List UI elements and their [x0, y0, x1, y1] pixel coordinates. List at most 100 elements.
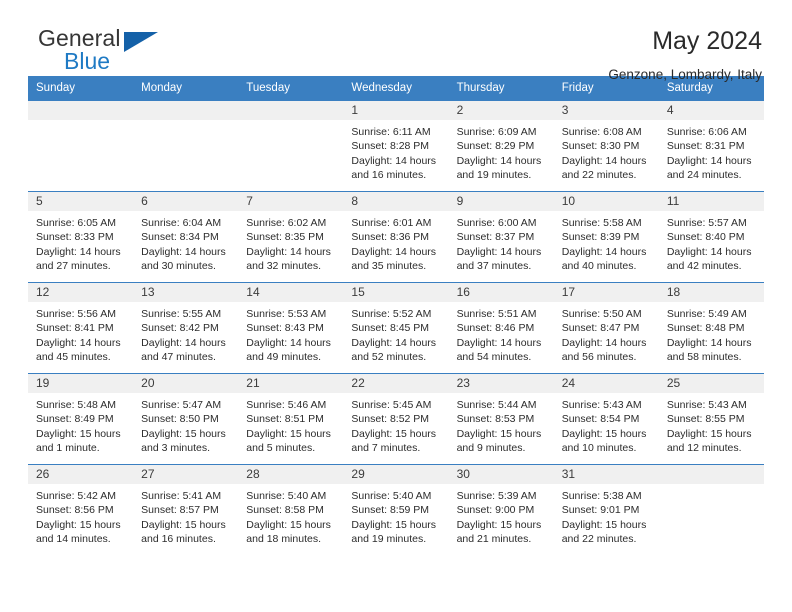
daylight-text: Daylight: 14 hours and 37 minutes. — [456, 245, 542, 272]
calendar-day-cell[interactable]: 5 Sunrise: 6:05 AM Sunset: 8:33 PM Daylight… — [28, 191, 134, 283]
calendar-day-cell[interactable]: 2 Sunrise: 6:09 AM Sunset: 8:29 PM Daylight… — [448, 100, 554, 192]
sunrise-text: Sunrise: 5:51 AM — [456, 308, 537, 320]
sunset-text: Sunset: 8:50 PM — [141, 413, 219, 426]
calendar-day-cell[interactable]: 11 Sunrise: 5:57 AM Sunset: 8:40 PM Dayligh… — [658, 191, 764, 283]
sunrise-text: Sunrise: 5:52 AM — [351, 308, 432, 320]
calendar-day-cell[interactable]: 22 Sunrise: 5:45 AM Sunset: 8:52 PM Dayligh… — [343, 373, 449, 465]
daylight-text: Daylight: 15 hours and 5 minutes. — [246, 427, 331, 454]
sunset-text: Sunset: 8:54 PM — [561, 413, 640, 426]
calendar-day-cell[interactable]: 15 Sunrise: 5:52 AM Sunset: 8:45 PM Dayligh… — [343, 282, 449, 374]
calendar-week-row: 26 Sunrise: 5:42 AM Sunset: 8:56 PM Dayligh… — [28, 464, 764, 556]
calendar-day-cell[interactable]: 23 Sunrise: 5:44 AM Sunset: 8:53 PM Dayligh… — [448, 373, 554, 465]
day-number — [238, 101, 344, 120]
day-number: 4 — [658, 101, 764, 120]
calendar-day-cell[interactable]: 31 Sunrise: 5:38 AM Sunset: 9:01 PM Dayligh… — [553, 464, 659, 556]
day-number: 3 — [553, 101, 659, 120]
sunset-text: Sunset: 8:31 PM — [666, 140, 745, 153]
daylight-text: Daylight: 15 hours and 18 minutes. — [246, 518, 331, 545]
sunset-text: Sunset: 8:40 PM — [666, 231, 745, 244]
day-details: Sunrise: 5:40 AM Sunset: 8:59 PM Daylight:… — [343, 484, 448, 546]
calendar-day-cell[interactable]: 18 Sunrise: 5:49 AM Sunset: 8:48 PM Dayligh… — [658, 282, 764, 374]
day-details: Sunrise: 6:04 AM Sunset: 8:34 PM Daylight:… — [133, 211, 238, 273]
calendar-page: General Blue May 2024 Genzone, Lombardy,… — [0, 0, 792, 612]
calendar-empty-cell — [28, 100, 134, 192]
calendar-day-cell[interactable]: 28 Sunrise: 5:40 AM Sunset: 8:58 PM Dayligh… — [238, 464, 344, 556]
sunset-text: Sunset: 8:35 PM — [246, 231, 324, 244]
sunset-text: Sunset: 8:48 PM — [666, 322, 745, 335]
calendar-table: Sunday Monday Tuesday Wednesday Thursday… — [28, 76, 764, 556]
day-number: 29 — [343, 465, 449, 484]
day-details: Sunrise: 5:53 AM Sunset: 8:43 PM Daylight:… — [238, 302, 343, 364]
sunset-text: Sunset: 8:55 PM — [666, 413, 745, 426]
calendar-day-cell[interactable]: 9 Sunrise: 6:00 AM Sunset: 8:37 PM Daylight… — [448, 191, 554, 283]
calendar-day-cell[interactable]: 30 Sunrise: 5:39 AM Sunset: 9:00 PM Dayligh… — [448, 464, 554, 556]
calendar-day-cell[interactable]: 29 Sunrise: 5:40 AM Sunset: 8:59 PM Dayligh… — [343, 464, 449, 556]
weekday-header-thursday: Thursday — [448, 76, 554, 101]
calendar-day-cell[interactable]: 26 Sunrise: 5:42 AM Sunset: 8:56 PM Dayligh… — [28, 464, 134, 556]
daylight-text: Daylight: 14 hours and 54 minutes. — [456, 336, 542, 363]
daylight-text: Daylight: 14 hours and 24 minutes. — [666, 154, 752, 181]
sunrise-text: Sunrise: 5:40 AM — [246, 490, 327, 502]
day-number — [658, 465, 764, 484]
calendar-day-cell[interactable]: 19 Sunrise: 5:48 AM Sunset: 8:49 PM Dayligh… — [28, 373, 134, 465]
calendar-day-cell[interactable]: 12 Sunrise: 5:56 AM Sunset: 8:41 PM Dayligh… — [28, 282, 134, 374]
sunset-text: Sunset: 8:34 PM — [141, 231, 219, 244]
sunset-text: Sunset: 8:42 PM — [141, 322, 219, 335]
daylight-text: Daylight: 14 hours and 35 minutes. — [351, 245, 437, 272]
sunset-text: Sunset: 8:28 PM — [351, 140, 430, 153]
day-details: Sunrise: 6:05 AM Sunset: 8:33 PM Daylight:… — [28, 211, 133, 273]
calendar-empty-cell — [658, 464, 764, 556]
page-title: May 2024 — [652, 27, 762, 55]
calendar-day-cell[interactable]: 17 Sunrise: 5:50 AM Sunset: 8:47 PM Dayligh… — [553, 282, 659, 374]
day-number: 31 — [553, 465, 659, 484]
day-details: Sunrise: 5:42 AM Sunset: 8:56 PM Daylight:… — [28, 484, 133, 546]
day-number: 7 — [238, 192, 344, 211]
sunrise-text: Sunrise: 5:38 AM — [561, 490, 642, 502]
triangle-flag-icon — [124, 32, 158, 52]
calendar-day-cell[interactable]: 20 Sunrise: 5:47 AM Sunset: 8:50 PM Dayligh… — [133, 373, 239, 465]
sunrise-text: Sunrise: 5:55 AM — [141, 308, 222, 320]
sunset-text: Sunset: 8:52 PM — [351, 413, 430, 426]
calendar-day-cell[interactable]: 6 Sunrise: 6:04 AM Sunset: 8:34 PM Daylight… — [133, 191, 239, 283]
calendar-day-cell[interactable]: 4 Sunrise: 6:06 AM Sunset: 8:31 PM Daylight… — [658, 100, 764, 192]
sunset-text: Sunset: 8:47 PM — [561, 322, 640, 335]
day-details: Sunrise: 6:00 AM Sunset: 8:37 PM Daylight:… — [449, 211, 554, 273]
sunrise-text: Sunrise: 5:40 AM — [351, 490, 432, 502]
daylight-text: Daylight: 15 hours and 1 minute. — [36, 427, 121, 454]
calendar-day-cell[interactable]: 1 Sunrise: 6:11 AM Sunset: 8:28 PM Daylight… — [343, 100, 449, 192]
sunset-text: Sunset: 8:29 PM — [456, 140, 535, 153]
sunrise-text: Sunrise: 5:50 AM — [561, 308, 642, 320]
weekday-header-wednesday: Wednesday — [343, 76, 449, 101]
day-details: Sunrise: 5:43 AM Sunset: 8:55 PM Daylight:… — [659, 393, 764, 455]
day-details: Sunrise: 5:58 AM Sunset: 8:39 PM Daylight:… — [554, 211, 659, 273]
sunrise-text: Sunrise: 5:58 AM — [561, 217, 642, 229]
calendar-day-cell[interactable]: 7 Sunrise: 6:02 AM Sunset: 8:35 PM Daylight… — [238, 191, 344, 283]
calendar-day-cell[interactable]: 13 Sunrise: 5:55 AM Sunset: 8:42 PM Dayligh… — [133, 282, 239, 374]
calendar-day-cell[interactable]: 14 Sunrise: 5:53 AM Sunset: 8:43 PM Dayligh… — [238, 282, 344, 374]
day-details: Sunrise: 6:01 AM Sunset: 8:36 PM Daylight:… — [343, 211, 448, 273]
calendar-day-cell[interactable]: 16 Sunrise: 5:51 AM Sunset: 8:46 PM Dayligh… — [448, 282, 554, 374]
sunrise-text: Sunrise: 5:42 AM — [36, 490, 116, 502]
sunrise-text: Sunrise: 6:01 AM — [351, 217, 432, 229]
daylight-text: Daylight: 14 hours and 16 minutes. — [351, 154, 437, 181]
calendar-day-cell[interactable]: 24 Sunrise: 5:43 AM Sunset: 8:54 PM Dayligh… — [553, 373, 659, 465]
day-number: 23 — [448, 374, 554, 393]
calendar-day-cell[interactable]: 8 Sunrise: 6:01 AM Sunset: 8:36 PM Daylight… — [343, 191, 449, 283]
day-number: 10 — [553, 192, 659, 211]
calendar-empty-cell — [133, 100, 239, 192]
calendar-day-cell[interactable]: 10 Sunrise: 5:58 AM Sunset: 8:39 PM Dayligh… — [553, 191, 659, 283]
calendar-week-row: 1 Sunrise: 6:11 AM Sunset: 8:28 PM Daylight… — [28, 100, 764, 192]
calendar-day-cell[interactable]: 25 Sunrise: 5:43 AM Sunset: 8:55 PM Dayligh… — [658, 373, 764, 465]
day-details: Sunrise: 5:48 AM Sunset: 8:49 PM Daylight:… — [28, 393, 133, 455]
sunset-text: Sunset: 8:53 PM — [456, 413, 535, 426]
sunrise-text: Sunrise: 5:43 AM — [561, 399, 642, 411]
calendar-day-cell[interactable]: 21 Sunrise: 5:46 AM Sunset: 8:51 PM Dayligh… — [238, 373, 344, 465]
calendar-day-cell[interactable]: 27 Sunrise: 5:41 AM Sunset: 8:57 PM Dayligh… — [133, 464, 239, 556]
day-number: 8 — [343, 192, 449, 211]
day-details: Sunrise: 5:55 AM Sunset: 8:42 PM Daylight:… — [133, 302, 238, 364]
sunset-text: Sunset: 8:41 PM — [36, 322, 114, 335]
sunrise-text: Sunrise: 5:45 AM — [351, 399, 432, 411]
calendar-day-cell[interactable]: 3 Sunrise: 6:08 AM Sunset: 8:30 PM Daylight… — [553, 100, 659, 192]
daylight-text: Daylight: 14 hours and 27 minutes. — [36, 245, 121, 272]
sunset-text: Sunset: 8:30 PM — [561, 140, 640, 153]
